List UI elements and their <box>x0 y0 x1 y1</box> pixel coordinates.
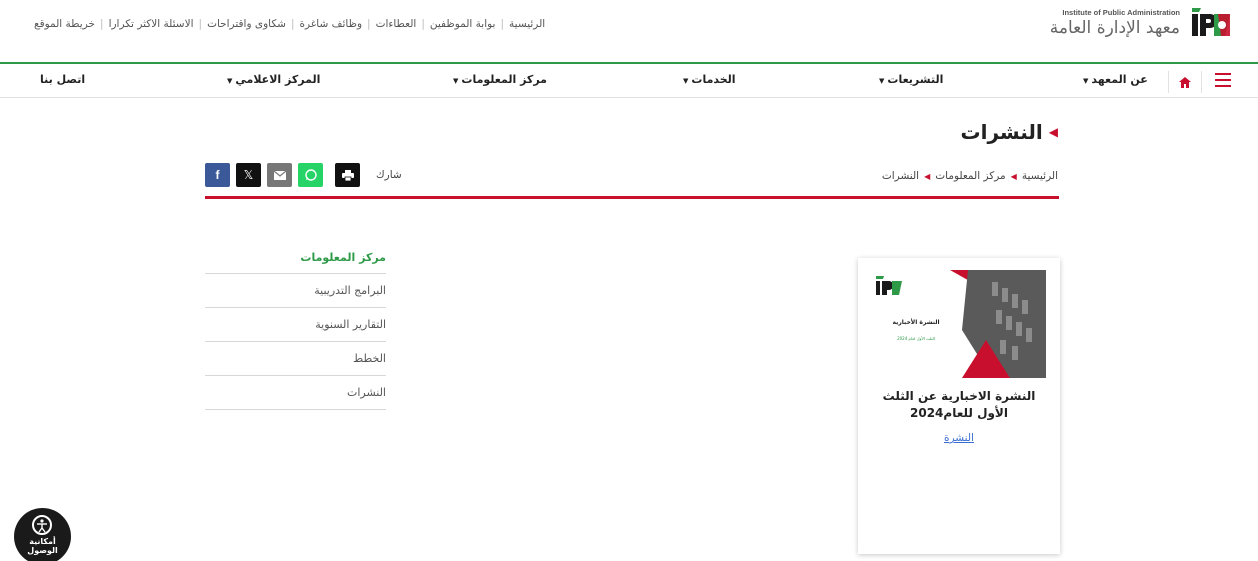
sidebar-item-newsletters[interactable]: النشرات <box>205 376 386 410</box>
caret-down-icon: ▼ <box>879 77 885 85</box>
menu-icon[interactable] <box>1215 73 1231 87</box>
accessibility-button[interactable]: أمكانية الوصول <box>14 508 71 561</box>
accessibility-label: أمكانية الوصول <box>14 537 71 555</box>
separator: | <box>500 18 505 30</box>
nav-contact[interactable]: اتصل بنا <box>40 73 85 86</box>
email-share-button[interactable] <box>267 163 292 187</box>
card-title[interactable]: النشرة الاخبارية عن الثلث الأول للعام202… <box>868 388 1050 422</box>
top-link-complaints[interactable]: شكاوى واقتراحات <box>207 18 286 30</box>
top-link-employees-portal[interactable]: بوابة الموظفين <box>430 18 496 30</box>
top-link-vacancies[interactable]: وظائف شاغرة <box>300 18 363 30</box>
thumbnail-title: النشرة الأخبارية <box>892 319 940 326</box>
main-nav: ▼ عن المعهد ▼ التشريعات ▼ الخدمات ▼ مركز الم… <box>0 64 1258 98</box>
caret-down-icon: ▼ <box>1083 77 1089 85</box>
whatsapp-share-button[interactable] <box>298 163 323 187</box>
nav-legislation[interactable]: ▼ التشريعات <box>879 73 943 86</box>
caret-down-icon: ▼ <box>683 77 689 85</box>
nav-media-center-label: المركز الاعلامي <box>235 73 321 86</box>
separator: | <box>198 18 203 30</box>
breadcrumb-separator-icon: ◀ <box>924 171 931 181</box>
x-share-button[interactable]: 𝕏 <box>236 163 261 187</box>
nav-info-center-label: مركز المعلومات <box>461 73 547 86</box>
breadcrumb-info-center[interactable]: مركز المعلومات <box>935 170 1005 182</box>
nav-services[interactable]: ▼ الخدمات <box>683 73 736 86</box>
breadcrumb-separator-icon: ◀ <box>1010 171 1017 181</box>
home-icon[interactable] <box>1168 71 1202 93</box>
page-title-text: النشرات <box>960 120 1043 144</box>
share-bar: f 𝕏 شارك <box>205 163 402 187</box>
nav-media-center[interactable]: ▼ المركز الاعلامي <box>227 73 320 86</box>
sidebar: مركز المعلومات البرامج التدريبية التقاري… <box>205 248 386 410</box>
breadcrumb-home[interactable]: الرئيسية <box>1022 170 1058 182</box>
caret-down-icon: ▼ <box>453 77 459 85</box>
nav-info-center[interactable]: ▼ مركز المعلومات <box>453 73 547 86</box>
breadcrumb: الرئيسية ◀ مركز المعلومات ◀ النشرات <box>882 170 1058 182</box>
print-button[interactable] <box>335 163 360 187</box>
newsletter-thumbnail[interactable]: النشرة الأخبارية الثلث الأول لعام 2024 <box>872 270 1046 378</box>
newsletter-card[interactable]: النشرة الأخبارية الثلث الأول لعام 2024 ا… <box>858 258 1060 554</box>
title-triangle-icon: ◀ <box>1048 125 1058 139</box>
accessibility-label-line2: الوصول <box>27 546 58 555</box>
newsletter-link[interactable]: النشرة <box>858 432 1060 444</box>
nav-legislation-label: التشريعات <box>887 73 944 86</box>
email-icon <box>273 170 286 180</box>
thumbnail-subtitle: الثلث الأول لعام 2024 <box>897 336 935 341</box>
share-label: شارك <box>376 169 402 181</box>
top-link-sitemap[interactable]: خريطة الموقع <box>34 18 95 30</box>
title-divider <box>205 196 1059 199</box>
print-icon <box>341 169 354 181</box>
page-title: ◀ النشرات <box>960 120 1058 144</box>
separator: | <box>367 18 371 30</box>
top-link-home[interactable]: الرئيسية <box>509 18 545 30</box>
brand[interactable]: Institute of Public Administration معهد … <box>1050 6 1232 40</box>
facebook-icon: f <box>215 168 220 182</box>
brand-text: Institute of Public Administration معهد … <box>1050 8 1180 38</box>
brand-name-ar: معهد الإدارة العامة <box>1049 18 1180 38</box>
separator: | <box>100 18 104 30</box>
accessibility-icon <box>32 515 52 535</box>
top-links: الرئيسية | بوابة الموظفين | العطاءات | و… <box>34 18 545 30</box>
nav-contact-label: اتصل بنا <box>40 73 86 86</box>
sidebar-item-plans[interactable]: الخطط <box>205 342 386 376</box>
nav-services-label: الخدمات <box>691 73 736 86</box>
breadcrumb-current: النشرات <box>881 170 920 182</box>
top-link-faq[interactable]: الاسئلة الاكثر تكرارا <box>109 18 194 30</box>
whatsapp-icon <box>304 169 317 181</box>
sidebar-title[interactable]: مركز المعلومات <box>205 248 386 274</box>
accessibility-label-line1: أمكانية <box>29 537 56 546</box>
nav-about[interactable]: ▼ عن المعهد <box>1083 73 1148 86</box>
x-icon: 𝕏 <box>243 168 254 182</box>
ipa-logo <box>1188 6 1232 40</box>
sidebar-item-training-programs[interactable]: البرامج التدريبية <box>205 274 386 308</box>
caret-down-icon: ▼ <box>227 77 233 85</box>
top-link-tenders[interactable]: العطاءات <box>376 18 417 30</box>
top-bar: الرئيسية | بوابة الموظفين | العطاءات | و… <box>0 0 1258 64</box>
nav-about-label: عن المعهد <box>1091 73 1148 86</box>
separator: | <box>290 18 295 30</box>
sidebar-item-annual-reports[interactable]: التقارير السنوية <box>205 308 386 342</box>
separator: | <box>421 18 425 30</box>
facebook-share-button[interactable]: f <box>205 163 230 187</box>
brand-name-en: Institute of Public Administration <box>1062 8 1180 17</box>
